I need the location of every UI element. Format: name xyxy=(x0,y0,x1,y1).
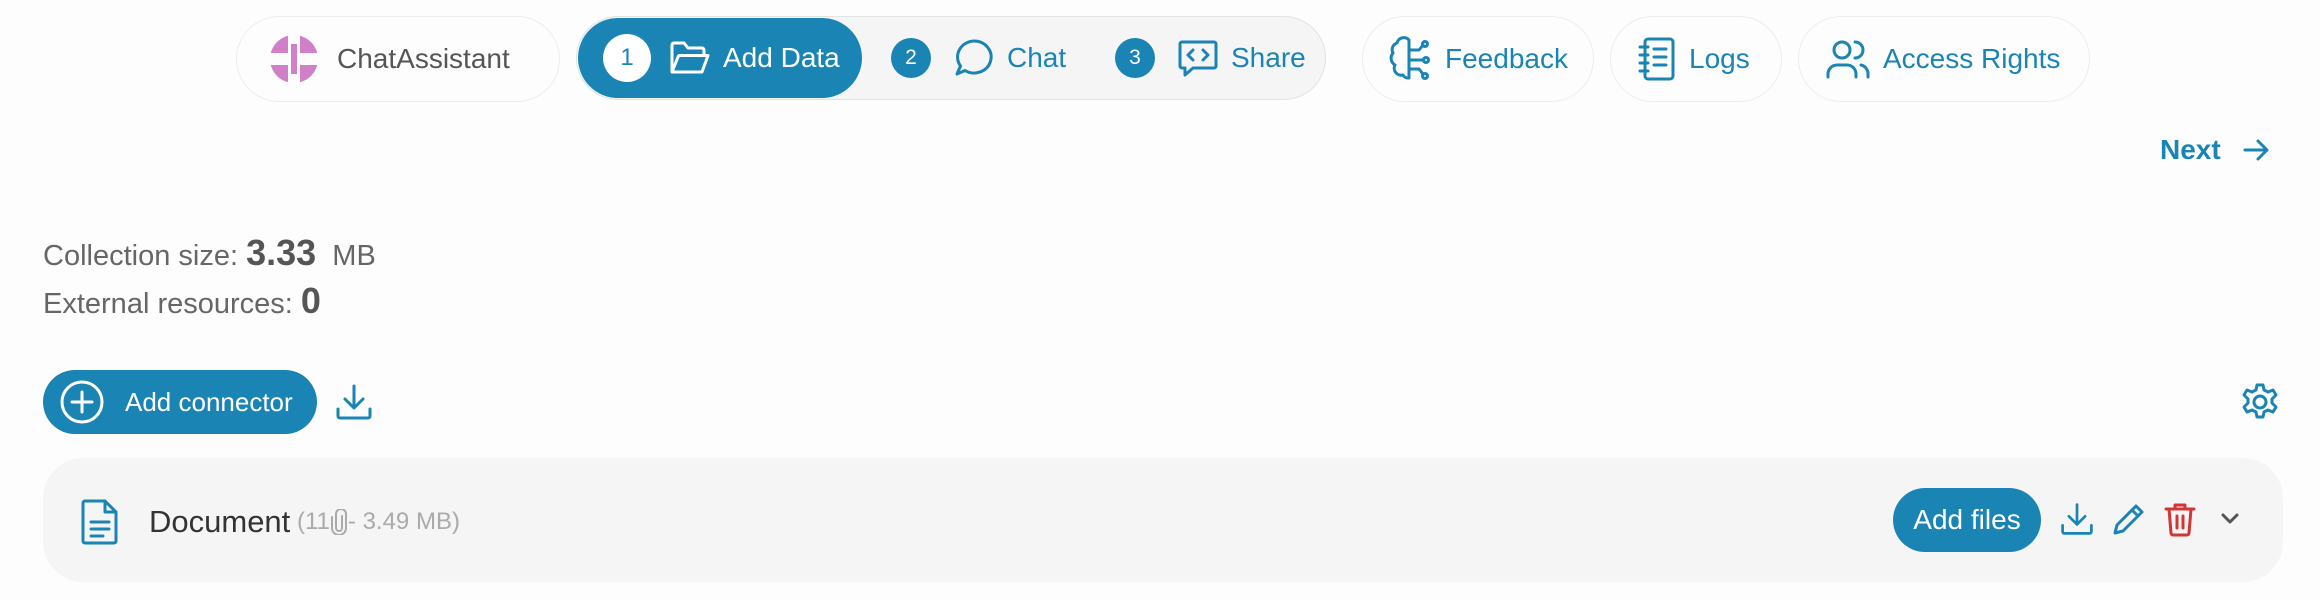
document-icon xyxy=(79,498,121,546)
document-meta: (11 - 3.49 MB) xyxy=(297,508,460,536)
step-label: Chat xyxy=(1007,42,1067,73)
collection-size-value: 3.33 xyxy=(246,232,317,273)
access-rights-label: Access Rights xyxy=(1883,43,2061,74)
code-share-icon xyxy=(1177,38,1219,78)
paperclip-icon xyxy=(330,509,348,535)
add-files-button[interactable]: Add files xyxy=(1893,488,2041,552)
next-button[interactable]: Next xyxy=(2160,134,2271,166)
feedback-label: Feedback xyxy=(1445,43,1568,74)
external-resources-label: External resources: xyxy=(43,288,293,320)
collection-size-label: Collection size: xyxy=(43,240,239,272)
step-label: Add Data xyxy=(723,42,840,73)
folder-open-icon xyxy=(669,38,711,78)
add-connector-label: Add connector xyxy=(125,386,293,417)
add-connector-button[interactable]: Add connector xyxy=(43,370,317,434)
workflow-stepper: 1 Add Data 2 Chat 3 Share xyxy=(576,16,1326,100)
collection-size: Collection size: 3.33 MB xyxy=(43,232,376,274)
chat-bubble-icon xyxy=(953,37,995,79)
step-number: 1 xyxy=(603,34,651,82)
pencil-icon[interactable] xyxy=(2111,501,2147,537)
next-label: Next xyxy=(2160,134,2221,165)
step-number: 2 xyxy=(891,38,931,78)
arrow-right-icon xyxy=(2241,135,2271,165)
external-resources: External resources: 0 xyxy=(43,280,321,322)
step-number: 3 xyxy=(1115,38,1155,78)
feedback-button[interactable]: Feedback xyxy=(1362,16,1594,102)
app-logo-icon xyxy=(269,34,319,84)
chevron-down-icon[interactable] xyxy=(2215,503,2245,533)
step-share[interactable]: 3 Share xyxy=(1115,17,1306,99)
document-size: - 3.49 MB) xyxy=(347,508,460,535)
external-resources-value: 0 xyxy=(300,280,321,321)
download-icon[interactable] xyxy=(334,382,374,422)
document-name: Document xyxy=(149,504,291,539)
app-home-button[interactable]: ChatAssistant xyxy=(236,16,560,102)
document-row[interactable]: Document (11 - 3.49 MB) Add files xyxy=(43,458,2283,582)
users-icon xyxy=(1825,37,1871,81)
brain-icon xyxy=(1389,36,1433,82)
collection-size-unit: MB xyxy=(332,240,376,272)
notebook-icon xyxy=(1637,36,1677,82)
access-rights-button[interactable]: Access Rights xyxy=(1798,16,2090,102)
logs-label: Logs xyxy=(1689,43,1750,74)
step-chat[interactable]: 2 Chat xyxy=(891,17,1066,99)
document-file-count: (11 xyxy=(297,508,330,535)
trash-icon[interactable] xyxy=(2163,501,2197,537)
download-icon[interactable] xyxy=(2059,501,2095,537)
plus-circle-icon xyxy=(59,379,105,425)
step-add-data[interactable]: 1 Add Data xyxy=(578,18,862,98)
step-label: Share xyxy=(1231,42,1306,73)
app-name: ChatAssistant xyxy=(337,43,510,74)
gear-icon[interactable] xyxy=(2240,382,2280,422)
logs-button[interactable]: Logs xyxy=(1610,16,1782,102)
